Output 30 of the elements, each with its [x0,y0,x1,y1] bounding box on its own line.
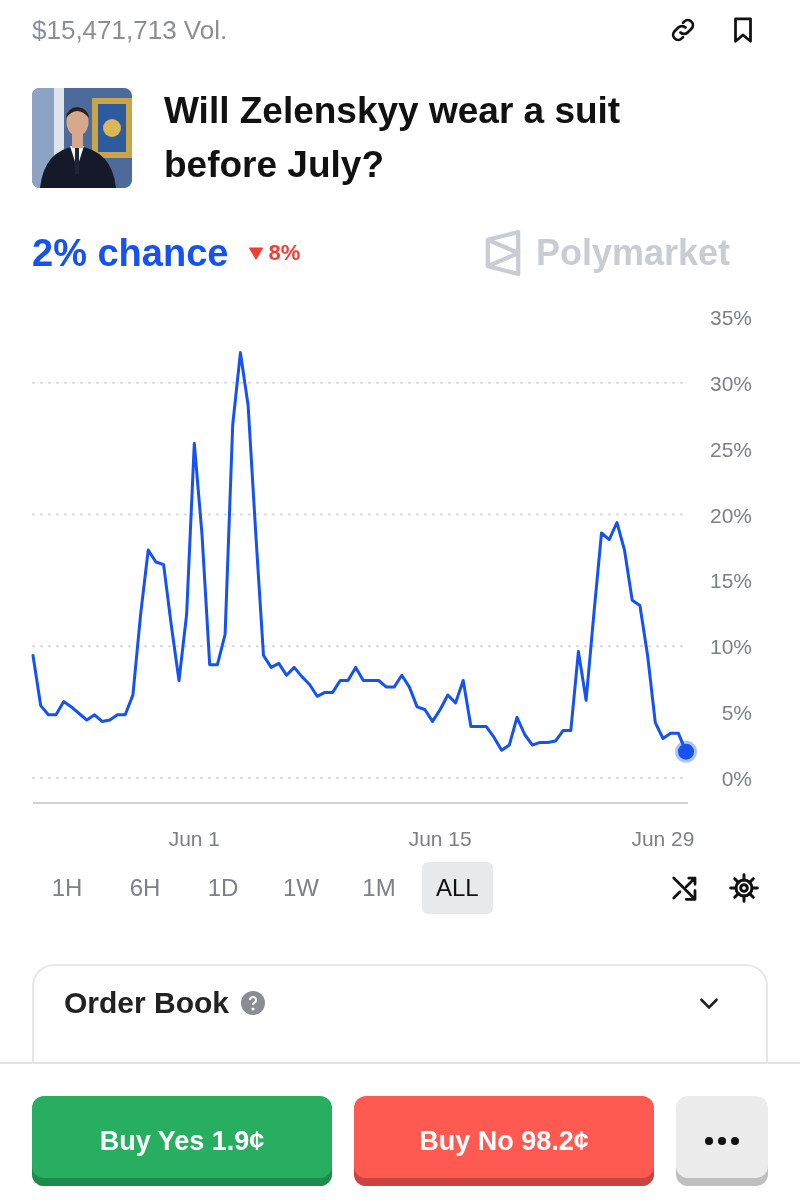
buy-button[interactable]: Buy Yes 1.9¢ [32,1096,332,1186]
y-tick-label: 0% [721,767,752,790]
y-tick-label: 5% [721,701,752,725]
info-icon [241,991,266,1015]
y-tick-label: 25% [709,437,752,461]
buy-button[interactable]: Buy No 98.2¢ [354,1096,654,1186]
x-tick-label: Jun 29 [631,827,695,850]
chance-text: 2% chance [32,231,229,275]
change-text: 8% [268,240,301,266]
range-tab[interactable]: ALL [422,862,493,914]
x-tick-label: Jun 1 [168,827,220,850]
order-book-title: Order Book [64,986,230,1020]
range-tab[interactable]: 1D [188,862,258,914]
range-tab[interactable]: 1M [344,862,414,914]
more-icon [704,1136,740,1146]
current-point [675,740,697,763]
market-title: Will Zelenskyy wear a suit before July? [164,89,622,187]
y-tick-label: 20% [709,503,752,527]
x-tick-label: Jun 15 [408,827,472,850]
y-tick-label: 15% [709,569,752,593]
y-tick-label: 35% [709,306,752,329]
settings-icon[interactable] [728,872,760,904]
range-tab[interactable]: 1H [32,862,102,914]
logo-icon [483,230,522,276]
range-tab[interactable]: 1W [266,862,336,914]
y-tick-label: 30% [709,371,752,395]
y-tick-label: 10% [709,635,752,659]
range-tab[interactable]: 6H [110,862,180,914]
volume-text: $15,471,713 Vol. [32,14,228,46]
down-triangle-icon [248,246,265,260]
